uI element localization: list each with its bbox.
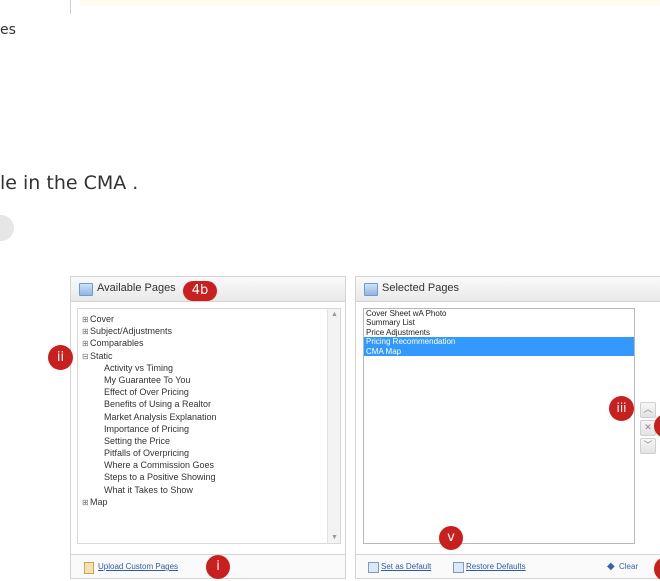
tree-item[interactable]: ⊞Comparables — [82, 337, 217, 349]
callout-badge-iii: iii — [609, 396, 634, 421]
tree-item[interactable]: My Guarantee To You — [82, 374, 217, 386]
top-divider — [70, 0, 71, 14]
selected-pages-panel: Selected Pages Cover Sheet wA Photo Summa… — [355, 276, 660, 579]
tree-item-label: Cover — [90, 314, 115, 324]
partial-step-circle — [0, 215, 14, 241]
eraser-icon: ◆ — [607, 561, 615, 572]
chevron-up-icon[interactable]: ▲ — [331, 311, 338, 318]
list-item[interactable]: Price Adjustments — [364, 328, 634, 337]
tree-item[interactable]: Pitfalls of Overpricing — [82, 447, 217, 459]
selected-pages-header: Selected Pages — [356, 277, 660, 302]
tree-item[interactable]: ⊞Map — [82, 496, 217, 508]
tree-item[interactable]: ⊞Subject/Adjustments — [82, 325, 217, 337]
tree-item[interactable]: What it Takes to Show — [82, 484, 217, 496]
chevron-down-icon[interactable]: ▼ — [331, 534, 338, 541]
tree-item[interactable]: Effect of Over Pricing — [82, 386, 217, 398]
tree-item-label: What it Takes to Show — [104, 484, 193, 495]
tree-item-label: Importance of Pricing — [104, 423, 190, 434]
tree-item[interactable]: Market Analysis Explanation — [82, 411, 217, 423]
tree-item[interactable]: Importance of Pricing — [82, 423, 217, 435]
selected-pages-footer: Set as Default Restore Defaults ◆ Clear — [356, 554, 660, 578]
callout-badge-v: v — [439, 526, 463, 550]
tree-item-label: Benefits of Using a Realtor — [104, 399, 212, 410]
available-pages-tree-box: ⊞Cover ⊞Subject/Adjustments ⊞Comparables ⊟S… — [77, 308, 341, 544]
tree-item-label: Pitfalls of Overpricing — [104, 448, 190, 459]
tree-item-label: Subject/Adjustments — [90, 326, 173, 337]
tree-item[interactable]: Where a Commission Goes — [82, 459, 217, 471]
collapse-icon[interactable]: ⊟ — [82, 351, 90, 363]
restore-defaults-link[interactable]: Restore Defaults — [466, 562, 526, 571]
restore-defaults-icon — [453, 562, 464, 573]
tree-item-label: My Guarantee To You — [104, 374, 191, 385]
pages-icon — [364, 283, 378, 296]
available-pages-title: Available Pages — [97, 282, 176, 294]
selected-pages-title: Selected Pages — [382, 282, 460, 294]
set-as-default-link[interactable]: Set as Default — [381, 562, 431, 571]
list-item[interactable]: Summary List — [364, 318, 634, 327]
pages-icon — [79, 283, 93, 296]
list-item[interactable]: Cover Sheet wA Photo — [364, 309, 634, 318]
instruction-text: le in the CMA . — [0, 172, 139, 194]
tree-item[interactable]: Setting the Price — [82, 435, 217, 447]
list-item[interactable]: CMA Map — [364, 346, 634, 356]
tree-item[interactable]: Activity vs Timing — [82, 362, 217, 374]
truncated-text-top: es — [0, 22, 16, 38]
callout-badge-4b: 4b — [183, 281, 217, 301]
tree-item-label: Where a Commission Goes — [104, 460, 215, 471]
tree-item[interactable]: ⊞Cover — [82, 313, 217, 325]
chevron-down-icon: ﹀ — [643, 440, 653, 450]
close-icon: ✕ — [644, 422, 652, 432]
move-down-button[interactable]: ﹀ — [640, 438, 656, 454]
set-default-icon — [368, 562, 379, 573]
clear-link[interactable]: Clear — [619, 562, 638, 571]
tree-item-label: Market Analysis Explanation — [104, 411, 217, 422]
tree-scrollbar[interactable]: ▲ ▼ — [327, 309, 340, 543]
tree-item-label: Comparables — [90, 338, 144, 349]
expand-icon[interactable]: ⊞ — [82, 338, 90, 350]
tree-item-label: Steps to a Positive Showing — [104, 472, 216, 483]
callout-badge-ii: ii — [48, 345, 73, 370]
expand-icon[interactable]: ⊞ — [82, 497, 90, 509]
top-highlight-strip — [80, 0, 660, 6]
tree-item[interactable]: Steps to a Positive Showing — [82, 471, 217, 483]
list-item[interactable]: Pricing Recommendation — [364, 337, 634, 347]
available-pages-panel: Available Pages ⊞Cover ⊞Subject/Adjustmen… — [70, 276, 346, 579]
tree-item-label: Map — [90, 496, 108, 507]
upload-icon — [84, 562, 94, 574]
callout-badge-i: i — [206, 555, 230, 579]
tree-item-label: Setting the Price — [104, 435, 171, 446]
tree-item-label: Activity vs Timing — [104, 362, 174, 373]
chevron-up-icon: ︿ — [643, 404, 653, 414]
tree-item[interactable]: ⊟Static — [82, 350, 217, 362]
tree-item[interactable]: Benefits of Using a Realtor — [82, 398, 217, 410]
selected-pages-list[interactable]: Cover Sheet wA Photo Summary List Price Ad… — [363, 308, 635, 544]
upload-custom-pages-link[interactable]: Upload Custom Pages — [98, 562, 178, 571]
move-up-button[interactable]: ︿ — [640, 402, 656, 418]
tree-item-label: Effect of Over Pricing — [104, 387, 189, 398]
tree-item-label: Static — [90, 350, 113, 361]
available-pages-tree: ⊞Cover ⊞Subject/Adjustments ⊞Comparables ⊟S… — [82, 313, 217, 508]
